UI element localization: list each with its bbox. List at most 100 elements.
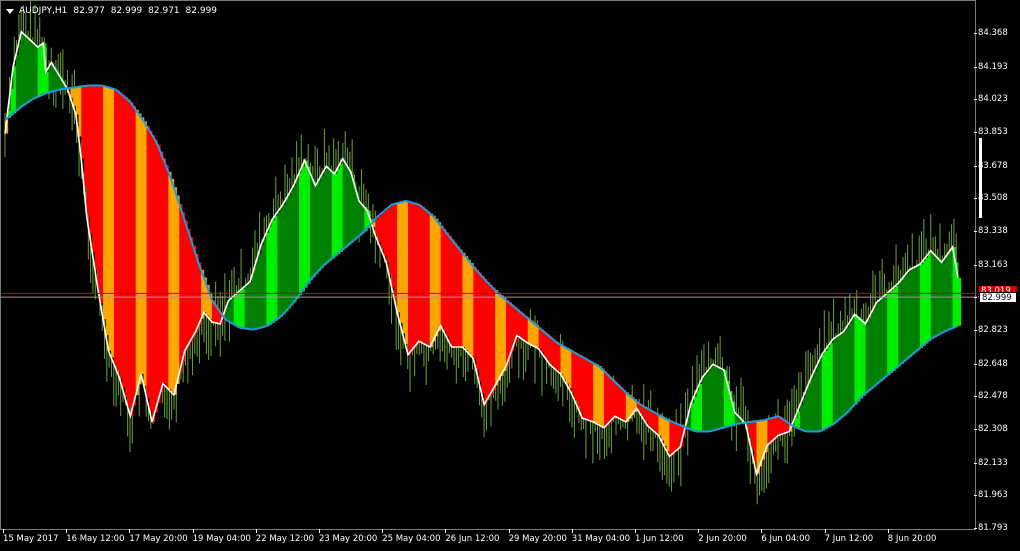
- histogram-bar: [819, 360, 823, 432]
- histogram-bar: [663, 417, 668, 446]
- histogram-bar: [857, 316, 861, 402]
- histogram-bar: [666, 419, 670, 452]
- histogram-bar: [898, 283, 902, 367]
- time-tick-label: 15 May 2017: [3, 529, 59, 544]
- histogram-bar: [696, 390, 700, 432]
- histogram-bar: [620, 387, 624, 420]
- close-value: 82.999: [185, 6, 218, 16]
- histogram-bar: [879, 300, 883, 383]
- histogram-bar: [574, 352, 578, 400]
- histogram-bar: [707, 370, 711, 432]
- histogram-bar: [824, 350, 828, 429]
- histogram-bar: [413, 203, 417, 348]
- low-value: 82.971: [148, 6, 180, 16]
- histogram-bar: [416, 203, 420, 345]
- histogram-bar: [525, 316, 529, 342]
- histogram-bar: [192, 245, 196, 337]
- histogram-bar: [195, 253, 199, 332]
- histogram-bar: [329, 168, 333, 261]
- time-tick-label: 23 May 20:00: [319, 529, 378, 544]
- histogram-bar: [337, 168, 341, 255]
- histogram-bar: [865, 323, 869, 394]
- histogram-bar: [593, 362, 597, 422]
- histogram-bar: [173, 187, 177, 396]
- histogram-bar: [40, 45, 44, 96]
- histogram-bar: [339, 163, 344, 252]
- histogram-bar: [293, 185, 297, 303]
- dropdown-arrow-icon[interactable]: [6, 8, 14, 14]
- histogram-bar: [304, 160, 308, 288]
- histogram-bar: [13, 66, 17, 114]
- chart-plot-area[interactable]: AUDJPY,H1 82.977 82.999 82.971 82.999: [0, 0, 977, 531]
- histogram-bar: [78, 86, 82, 137]
- histogram-bar: [405, 200, 409, 345]
- histogram-bar: [309, 172, 314, 281]
- time-tick-label: 16 May 12:00: [66, 529, 125, 544]
- histogram-bar: [693, 396, 698, 431]
- histogram-bar: [661, 416, 665, 441]
- histogram-bar: [141, 117, 145, 374]
- histogram-bar: [612, 379, 616, 420]
- time-axis[interactable]: 15 May 2017 16 May 12:00 17 May 20:00 19 Ma…: [0, 529, 976, 551]
- histogram-bar: [609, 376, 613, 422]
- histogram-bar: [516, 309, 521, 336]
- histogram-bar: [124, 97, 128, 397]
- histogram-bar: [255, 263, 259, 330]
- histogram-bar: [277, 212, 281, 319]
- histogram-bar: [544, 331, 548, 357]
- histogram-bar: [45, 72, 49, 94]
- histogram-bar: [465, 256, 469, 350]
- histogram-bar: [459, 249, 463, 347]
- histogram-bar: [936, 256, 940, 337]
- histogram-bar: [917, 265, 921, 351]
- histogram-bar: [563, 346, 567, 379]
- histogram-bar: [805, 391, 809, 432]
- histogram-bar: [127, 99, 131, 407]
- histogram-bar: [555, 341, 559, 370]
- histogram-bar: [712, 364, 717, 431]
- histogram-bar: [258, 254, 262, 329]
- histogram-bar: [331, 171, 335, 259]
- chart-window[interactable]: AUDJPY,H1 82.977 82.999 82.971 82.999 84…: [0, 0, 1020, 551]
- price-axis[interactable]: 84.368 84.193 84.023 83.853 83.678 83.508 83.3…: [974, 0, 1020, 533]
- histogram-bar: [922, 260, 926, 346]
- histogram-bar: [565, 347, 570, 384]
- histogram-bar: [862, 321, 866, 396]
- histogram-bar: [334, 173, 338, 257]
- histogram-bar: [519, 311, 523, 338]
- histogram-bar: [424, 208, 428, 345]
- histogram-bar: [345, 163, 349, 248]
- histogram-bar: [462, 252, 466, 347]
- histogram-bar: [427, 211, 431, 346]
- histogram-bar: [394, 203, 398, 300]
- time-tick-label: 29 May 20:00: [508, 529, 567, 544]
- histogram-bar: [928, 254, 932, 342]
- histogram-bar: [437, 222, 442, 332]
- histogram-bar: [843, 331, 847, 416]
- histogram-bar: [244, 286, 248, 329]
- histogram-bar: [435, 218, 439, 337]
- histogram-bar: [495, 290, 499, 386]
- price-tick-label: 84.368: [974, 28, 1008, 38]
- time-tick-label: 17 May 20:00: [129, 529, 188, 544]
- histogram-bar: [391, 204, 395, 288]
- price-chart[interactable]: [1, 1, 977, 531]
- price-tick-label: 82.478: [974, 391, 1008, 402]
- histogram-bar: [429, 213, 433, 347]
- time-tick-label: 31 May 04:00: [571, 529, 631, 544]
- price-tick-label: 83.678: [974, 160, 1008, 171]
- histogram-bar: [854, 314, 858, 405]
- histogram-bar: [478, 272, 482, 382]
- histogram-bar: [296, 179, 300, 300]
- histogram-bar: [280, 208, 284, 318]
- histogram-bar: [470, 263, 474, 356]
- histogram-bar: [944, 258, 948, 332]
- histogram-bar: [116, 90, 120, 371]
- time-tick-label: 25 May 04:00: [382, 529, 441, 544]
- histogram-bar: [171, 178, 175, 393]
- histogram-bar: [24, 34, 28, 105]
- histogram-bar: [881, 297, 885, 380]
- histogram-bar: [800, 404, 804, 430]
- price-scale-marker: [979, 138, 982, 218]
- histogram-bar: [348, 167, 352, 245]
